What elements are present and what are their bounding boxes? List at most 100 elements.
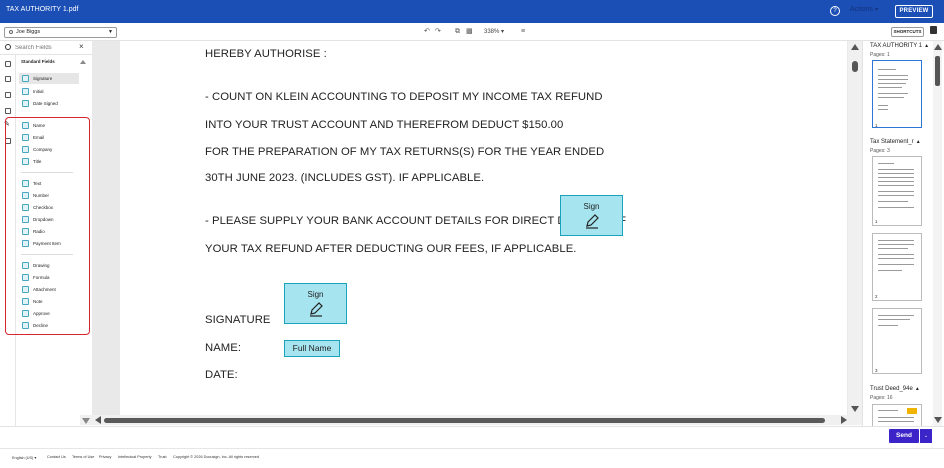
field-date-signed[interactable]: Date Signed: [19, 98, 79, 109]
close-icon[interactable]: ×: [79, 42, 84, 51]
search-icon: [5, 44, 11, 50]
thumb-doc-name[interactable]: Tax Statement_r ▲: [870, 139, 921, 145]
footer-link-contact[interactable]: Contact Us: [47, 455, 66, 459]
thumb-text-line: [878, 417, 914, 418]
thumb-page-number: 1: [875, 219, 878, 224]
recipient-name: Joe Biggs: [16, 29, 41, 35]
thumb-text-line: [878, 240, 914, 241]
sign-here-field[interactable]: Sign: [284, 283, 347, 324]
undo-icon[interactable]: ↶: [424, 27, 430, 37]
horizontal-scroll-thumb[interactable]: [104, 418, 825, 423]
thumb-text-line: [878, 69, 896, 70]
pen-icon: [309, 302, 323, 317]
thumb-page-number: 3: [875, 368, 878, 373]
thumb-doc-pages: Pages: 3: [870, 148, 890, 154]
thumb-text-line: [878, 163, 894, 164]
top-bar: TAX AUTHORITY 1.pdf ? Actions ▾ PREVIEW: [0, 0, 944, 23]
date-tab-icon[interactable]: [5, 108, 11, 114]
copy-icon[interactable]: ⧉: [455, 27, 460, 37]
field-signature[interactable]: Signature: [19, 73, 79, 84]
chevron-up-icon: ▲: [924, 43, 930, 49]
thumb-text-line: [878, 410, 898, 411]
scroll-left-arrow-icon[interactable]: [95, 416, 101, 424]
thumb-text-line: [878, 185, 914, 186]
thumb-text-line: [878, 105, 888, 106]
redo-icon[interactable]: ↷: [435, 27, 441, 37]
format-icon[interactable]: ≡: [521, 27, 525, 37]
document-scroll-thumb[interactable]: [852, 61, 858, 72]
thumb-doc-name[interactable]: TAX AUTHORITY 1 ▲: [870, 43, 929, 49]
thumb-text-line: [878, 87, 902, 88]
footer-link-trust[interactable]: Trust: [158, 455, 167, 459]
signature-tab-icon[interactable]: [5, 76, 11, 82]
thumb-text-line: [878, 79, 908, 80]
initial-icon: [22, 88, 29, 95]
recipient-color-dot: [9, 29, 13, 34]
scroll-down-arrow-icon[interactable]: [851, 406, 859, 412]
thumb-doc-pages: Pages: 1: [870, 52, 890, 58]
search-fields-input[interactable]: [15, 43, 75, 53]
sign-here-field[interactable]: Sign: [560, 195, 623, 236]
thumb-doc-name[interactable]: Trust Deed_94e ▲: [870, 386, 920, 392]
scroll-right-arrow-icon[interactable]: [841, 416, 847, 424]
help-icon[interactable]: ?: [830, 6, 840, 16]
doc-line: FOR THE PREPARATION OF MY TAX RETURNS(S)…: [205, 146, 605, 158]
zoom-level: 338%: [484, 29, 500, 35]
thumb-text-line: [878, 207, 914, 208]
scroll-up-arrow-icon[interactable]: [851, 44, 859, 50]
page-thumbnail[interactable]: [872, 404, 922, 426]
pen-icon: [585, 214, 599, 229]
stamp-tab-icon[interactable]: [5, 92, 11, 98]
thumb-text-line: [878, 315, 914, 316]
doc-line: 30TH JUNE 2023. (INCLUDES GST). IF APPLI…: [205, 172, 485, 184]
shortcuts-button[interactable]: SHORTCUTS: [891, 27, 924, 37]
thumb-text-line: [878, 325, 898, 326]
thumb-text-line: [878, 83, 906, 84]
page-thumbnail[interactable]: [872, 60, 922, 128]
footer-link-terms[interactable]: Terms of Use: [72, 455, 94, 459]
thumbnails-scrollbar[interactable]: [933, 41, 942, 426]
thumbs-scroll-up-icon[interactable]: [934, 44, 942, 50]
page-thumbnail[interactable]: [872, 233, 922, 301]
thumb-text-line: [878, 93, 908, 94]
page-thumbnail[interactable]: [872, 308, 922, 374]
doc-line: - COUNT ON KLEIN ACCOUNTING TO DEPOSIT M…: [205, 91, 603, 103]
zoom-select[interactable]: 338% ▾: [484, 27, 504, 37]
thumb-text-line: [878, 319, 910, 320]
send-options-chevron-icon[interactable]: ⌄: [920, 429, 932, 443]
thumbnails-scroll-thumb[interactable]: [935, 56, 940, 86]
thumb-text-line: [878, 201, 908, 202]
document-vertical-scrollbar[interactable]: [848, 41, 862, 421]
doc-line: NAME:: [205, 342, 242, 354]
delete-icon[interactable]: ▩: [466, 27, 473, 37]
chevron-down-icon: ▼: [108, 29, 113, 35]
thumb-text-line: [878, 264, 914, 265]
language-select[interactable]: English (US) ▾: [12, 455, 36, 460]
footer-link-ip[interactable]: Intellectual Property: [118, 455, 152, 459]
page-thumbnail[interactable]: [872, 156, 922, 226]
thumb-text-line: [878, 244, 914, 245]
panel-toggle-icon[interactable]: [930, 26, 937, 34]
thumb-text-line: [878, 173, 914, 174]
field-label: Signature: [33, 76, 53, 81]
full-name-field[interactable]: Full Name: [284, 340, 340, 357]
logo-icon: [907, 408, 917, 414]
thumb-text-line: [878, 109, 888, 110]
thumb-doc-pages: Pages: 16: [870, 395, 893, 401]
send-button[interactable]: Send: [889, 429, 919, 443]
panel-scroll-up-icon[interactable]: [80, 60, 86, 64]
footer-copyright: Copyright © 2026 Docusign, Inc. All righ…: [173, 455, 259, 459]
thumb-text-line: [878, 258, 914, 259]
panel-scroll-down-icon[interactable]: [82, 418, 90, 424]
doc-name-label: TAX AUTHORITY 1: [870, 43, 923, 49]
field-initial[interactable]: Initial: [19, 86, 79, 97]
footer-link-privacy[interactable]: Privacy: [99, 455, 111, 459]
recipient-select[interactable]: Joe Biggs ▼: [4, 27, 117, 38]
thumbs-scroll-down-icon[interactable]: [934, 417, 942, 423]
actions-menu-button[interactable]: Actions ▾: [850, 6, 878, 13]
preview-button[interactable]: PREVIEW: [895, 5, 933, 18]
chevron-down-icon: ▾: [874, 7, 878, 13]
highlight-annotation: [5, 117, 90, 335]
thumb-text-line: [878, 195, 914, 196]
fields-tab-icon[interactable]: [5, 61, 11, 67]
